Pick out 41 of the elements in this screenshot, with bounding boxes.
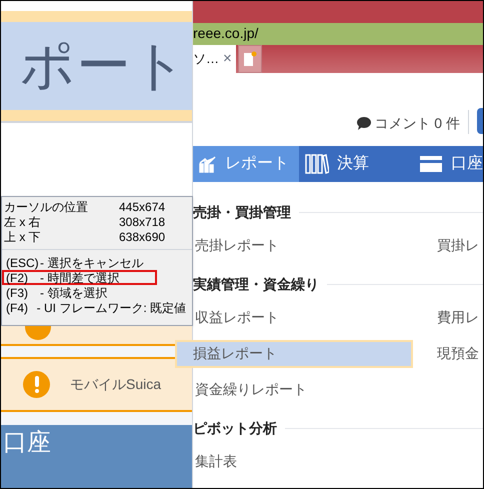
address-bar[interactable]: reee.co.jp/ [193, 22, 483, 45]
alert-text: モバイルSuica [70, 375, 162, 394]
section-heading: ピボット分析 [193, 419, 277, 438]
books-icon [305, 154, 330, 174]
section-heading: 実績管理・資金繰り [193, 275, 319, 294]
chart-icon [199, 155, 217, 174]
info-value: 445x674 [119, 200, 166, 215]
section-heading: 売掛・買掛管理 [193, 203, 291, 222]
header-button[interactable] [477, 108, 483, 134]
shortcut-key: (F4) [6, 302, 37, 313]
shortcut-action: - UI フレームワーク: 既定値 [36, 302, 186, 313]
info-label: 左 x 右 [4, 215, 42, 230]
info-value: 638x690 [119, 230, 166, 245]
panel-heading: 口座 [3, 429, 51, 456]
report-link[interactable]: 売掛レポート [193, 232, 413, 260]
new-tab-button[interactable] [238, 45, 262, 73]
info-value: 308x718 [119, 215, 166, 230]
close-icon[interactable]: × [223, 48, 232, 70]
shortcut-key: (ESC) [6, 257, 40, 268]
report-link[interactable]: 買掛レ [433, 232, 483, 260]
magnified-text: ポート [20, 39, 188, 93]
shortcut-action: - 選択をキャンセル [40, 257, 144, 268]
info-label: 上 x 下 [4, 230, 42, 245]
shortcut-key: (F2) [6, 272, 40, 283]
shortcut-action: - 時間差で選択 [40, 272, 120, 283]
browser-tab[interactable]: ソ… × [193, 45, 236, 73]
shortcut-action: - 領域を選択 [40, 287, 108, 298]
card-icon [419, 155, 443, 174]
info-label: カーソルの位置 [4, 200, 89, 215]
report-link[interactable]: 資金繰りレポート [193, 376, 413, 404]
report-link[interactable]: 収益レポート [193, 304, 413, 332]
new-tab-icon [242, 51, 257, 67]
report-link[interactable]: 損益レポート [175, 340, 413, 368]
report-link[interactable]: 集計表 [193, 448, 413, 476]
shortcut-key: (F3) [6, 287, 40, 298]
tab-title: ソ… [193, 50, 219, 68]
report-link[interactable]: 費用レ [433, 304, 483, 332]
speech-bubble-icon [357, 117, 372, 130]
report-link[interactable]: 現預金 [433, 340, 483, 368]
comment-count[interactable]: コメント 0 件 [374, 113, 460, 134]
warning-icon [23, 371, 50, 398]
